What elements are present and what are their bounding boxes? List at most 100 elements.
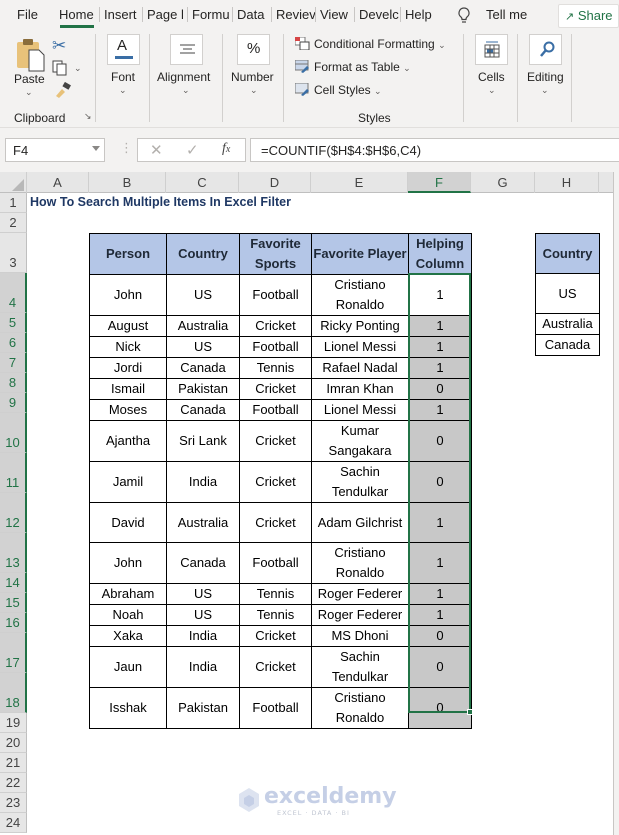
row-header-7[interactable]: 7 <box>0 353 27 373</box>
helping-column-cell[interactable]: 1 <box>408 357 472 379</box>
helping-column-cell[interactable]: 0 <box>408 687 472 729</box>
row-header-8[interactable]: 8 <box>0 373 27 393</box>
sport-cell[interactable]: Cricket <box>239 378 312 400</box>
row-header-19[interactable]: 19 <box>0 713 27 733</box>
fill-handle[interactable] <box>467 709 473 715</box>
sport-cell[interactable]: Football <box>239 687 312 729</box>
sport-cell[interactable]: Football <box>239 542 312 584</box>
row-header-10[interactable]: 10 <box>0 413 27 453</box>
person-cell[interactable]: Abraham <box>89 583 167 605</box>
row-header-20[interactable]: 20 <box>0 733 27 753</box>
tab-home[interactable]: Home <box>59 7 95 22</box>
sport-cell[interactable]: Cricket <box>239 420 312 462</box>
player-cell[interactable]: Lionel Messi <box>311 336 409 358</box>
number-button[interactable]: % <box>237 34 270 65</box>
country-cell[interactable]: US <box>166 336 240 358</box>
tab-review[interactable]: Reviev <box>271 7 315 22</box>
player-cell[interactable]: Roger Federer <box>311 604 409 626</box>
cut-icon[interactable]: ✂ <box>52 36 66 56</box>
person-cell[interactable]: Jamil <box>89 461 167 503</box>
tab-help[interactable]: Help <box>400 7 438 22</box>
criteria-value[interactable]: US <box>535 273 600 314</box>
header-person[interactable]: Person <box>89 233 167 275</box>
select-all-corner[interactable] <box>0 172 27 193</box>
tell-me-search[interactable]: Tell me <box>486 7 527 22</box>
helping-column-cell[interactable]: 0 <box>408 625 472 647</box>
enter-checkmark-icon[interactable]: ✓ <box>186 141 199 159</box>
row-header-12[interactable]: 12 <box>0 493 27 533</box>
sport-cell[interactable]: Cricket <box>239 502 312 543</box>
helping-column-cell[interactable]: 1 <box>408 502 472 543</box>
column-header-e[interactable]: E <box>311 172 408 193</box>
person-cell[interactable]: Xaka <box>89 625 167 647</box>
player-cell[interactable]: Sachin Tendulkar <box>311 646 409 688</box>
helping-column-cell[interactable]: 1 <box>408 274 472 316</box>
row-header-14[interactable]: 14 <box>0 573 27 593</box>
player-cell[interactable]: Rafael Nadal <box>311 357 409 379</box>
row-header-11[interactable]: 11 <box>0 453 27 493</box>
player-cell[interactable]: MS Dhoni <box>311 625 409 647</box>
country-cell[interactable]: US <box>166 274 240 316</box>
tab-developer[interactable]: Develc <box>354 7 401 22</box>
country-cell[interactable]: India <box>166 625 240 647</box>
tab-file[interactable]: File <box>17 7 41 22</box>
row-header-22[interactable]: 22 <box>0 773 27 793</box>
player-cell[interactable]: Cristiano Ronaldo <box>311 274 409 316</box>
copy-dropdown-chevron-icon[interactable]: ⌄ <box>74 64 82 74</box>
header-helping-column[interactable]: Helping Column <box>408 233 472 275</box>
person-cell[interactable]: Nick <box>89 336 167 358</box>
person-cell[interactable]: Jaun <box>89 646 167 688</box>
row-header-5[interactable]: 5 <box>0 313 27 333</box>
header-country[interactable]: Country <box>166 233 240 275</box>
player-cell[interactable]: Cristiano Ronaldo <box>311 687 409 729</box>
header-favorite-sports[interactable]: Favorite Sports <box>239 233 312 275</box>
player-cell[interactable]: Cristiano Ronaldo <box>311 542 409 584</box>
column-header-g[interactable]: G <box>471 172 535 193</box>
person-cell[interactable]: John <box>89 274 167 316</box>
font-chevron-icon[interactable]: ⌄ <box>119 86 127 96</box>
row-header-13[interactable]: 13 <box>0 533 27 573</box>
player-cell[interactable]: Adam Gilchrist <box>311 502 409 543</box>
helping-column-cell[interactable]: 1 <box>408 399 472 421</box>
country-cell[interactable]: Canada <box>166 357 240 379</box>
country-cell[interactable]: Pakistan <box>166 687 240 729</box>
country-cell[interactable]: India <box>166 646 240 688</box>
column-header-b[interactable]: B <box>89 172 166 193</box>
row-header-6[interactable]: 6 <box>0 333 27 353</box>
helping-column-cell[interactable]: 1 <box>408 604 472 626</box>
column-header-f[interactable]: F <box>408 172 471 193</box>
alignment-button[interactable] <box>170 34 203 65</box>
format-as-table-button[interactable]: Format as Table ⌄ <box>295 60 411 74</box>
sport-cell[interactable]: Football <box>239 399 312 421</box>
row-header-1[interactable]: 1 <box>0 193 27 213</box>
person-cell[interactable]: Noah <box>89 604 167 626</box>
country-cell[interactable]: Canada <box>166 542 240 584</box>
row-header-3[interactable]: 3 <box>0 233 27 273</box>
formula-input[interactable]: =COUNTIF($H$4:$H$6,C4) <box>250 138 619 162</box>
sport-cell[interactable]: Cricket <box>239 461 312 503</box>
helping-column-cell[interactable]: 0 <box>408 420 472 462</box>
country-cell[interactable]: Australia <box>166 502 240 543</box>
helping-column-cell[interactable]: 1 <box>408 315 472 337</box>
number-chevron-icon[interactable]: ⌄ <box>250 86 258 96</box>
editing-button[interactable] <box>529 34 562 65</box>
tab-insert[interactable]: Insert <box>99 7 141 22</box>
country-cell[interactable]: Canada <box>166 399 240 421</box>
sport-cell[interactable]: Tennis <box>239 604 312 626</box>
conditional-formatting-button[interactable]: Conditional Formatting ⌄ <box>295 37 446 51</box>
person-cell[interactable]: David <box>89 502 167 543</box>
sport-cell[interactable]: Cricket <box>239 625 312 647</box>
sport-cell[interactable]: Football <box>239 274 312 316</box>
name-box[interactable]: F4 <box>5 138 105 162</box>
sport-cell[interactable]: Football <box>239 336 312 358</box>
row-header-4[interactable]: 4 <box>0 273 27 313</box>
column-header-h[interactable]: H <box>535 172 599 193</box>
tab-view[interactable]: View <box>315 7 355 22</box>
column-header-d[interactable]: D <box>239 172 311 193</box>
player-cell[interactable]: Sachin Tendulkar <box>311 461 409 503</box>
helping-column-cell[interactable]: 0 <box>408 461 472 503</box>
person-cell[interactable]: Jordi <box>89 357 167 379</box>
helping-column-cell[interactable]: 0 <box>408 378 472 400</box>
format-painter-icon[interactable] <box>54 81 72 102</box>
row-header-24[interactable]: 24 <box>0 813 27 833</box>
